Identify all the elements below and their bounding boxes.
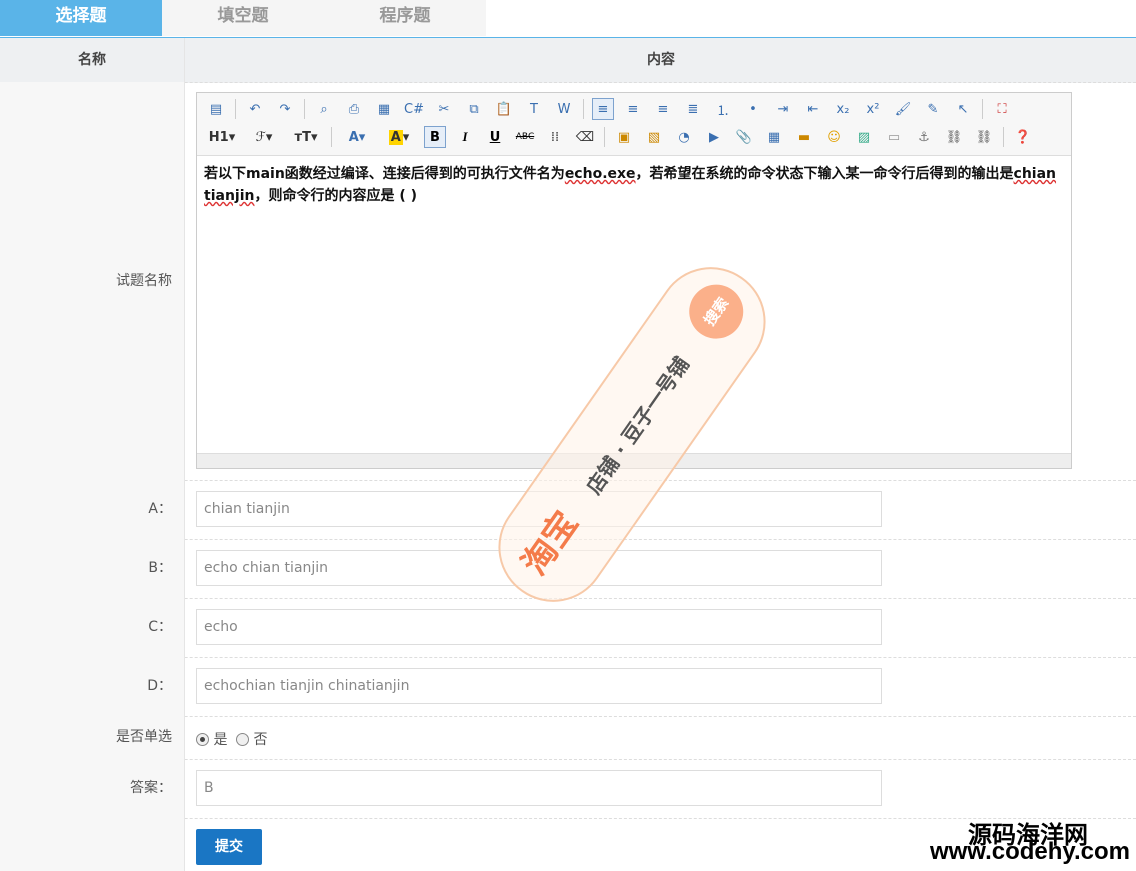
quick-format-icon[interactable]: ✎ <box>922 98 944 120</box>
question-text[interactable]: 若以下main函数经过编译、连接后得到的可执行文件名为echo.exe，若希望在… <box>204 163 1063 207</box>
radio-yes[interactable]: 是 <box>196 729 227 749</box>
subscript-icon[interactable]: x₂ <box>832 98 854 120</box>
emoji-icon[interactable]: ☺ <box>823 126 845 148</box>
font-color-icon[interactable]: A ▾ <box>340 126 374 148</box>
option-c-input[interactable]: echo <box>196 609 882 645</box>
question-row: 试题名称 ▤ ↶ ↷ ⌕ ⎙ ▦ C# ✂ ⧉ 📋 T W ≡ ≡ ≡ ≣ ⒈ … <box>0 82 1136 481</box>
page-break-icon[interactable]: ▭ <box>883 126 905 148</box>
flash-icon[interactable]: ◔ <box>673 126 695 148</box>
cut-icon[interactable]: ✂ <box>433 98 455 120</box>
tab-choice[interactable]: 选择题 <box>0 0 162 36</box>
anchor-icon[interactable]: ⚓ <box>913 126 935 148</box>
option-d-label: D： <box>0 657 185 716</box>
radio-no-label: 否 <box>253 732 268 748</box>
align-right-icon[interactable]: ≡ <box>652 98 674 120</box>
code-icon[interactable]: C# <box>403 98 425 120</box>
align-center-icon[interactable]: ≡ <box>622 98 644 120</box>
paste-text-icon[interactable]: T <box>523 98 545 120</box>
link-icon[interactable]: ⛓ <box>943 126 965 148</box>
font-size-icon[interactable]: тT ▾ <box>289 126 323 148</box>
strikethrough-icon[interactable]: ABC <box>514 126 536 148</box>
option-d-input[interactable]: echochian tianjin chinatianjin <box>196 668 882 704</box>
underline-icon[interactable]: U <box>484 126 506 148</box>
fullscreen-icon[interactable]: ⛶ <box>991 98 1013 120</box>
ordered-list-icon[interactable]: ⒈ <box>712 98 734 120</box>
option-a-label: A： <box>0 480 185 539</box>
insert-image-icon[interactable]: ▣ <box>613 126 635 148</box>
redo-icon[interactable]: ↷ <box>274 98 296 120</box>
undo-icon[interactable]: ↶ <box>244 98 266 120</box>
eraser-icon[interactable]: ⌫ <box>574 126 596 148</box>
highlight-icon[interactable]: A ▾ <box>382 126 416 148</box>
outdent-icon[interactable]: ⇤ <box>802 98 824 120</box>
answer-input[interactable]: B <box>196 770 882 806</box>
paste-icon[interactable]: 📋 <box>493 98 515 120</box>
question-label: 试题名称 <box>0 82 185 480</box>
tab-program[interactable]: 程序题 <box>324 0 486 36</box>
editor-toolbar: ▤ ↶ ↷ ⌕ ⎙ ▦ C# ✂ ⧉ 📋 T W ≡ ≡ ≡ ≣ ⒈ • ⇥ ⇤… <box>197 93 1071 156</box>
stamp-brand: 淘宝 <box>514 504 587 583</box>
italic-icon[interactable]: I <box>454 126 476 148</box>
radio-no[interactable]: 否 <box>236 729 267 749</box>
stamp-search: 搜索 <box>678 273 754 350</box>
copy-icon[interactable]: ⧉ <box>463 98 485 120</box>
media-icon[interactable]: ▶ <box>703 126 725 148</box>
select-all-icon[interactable]: ↖ <box>952 98 974 120</box>
submit-label-cell <box>0 818 185 871</box>
unordered-list-icon[interactable]: • <box>742 98 764 120</box>
submit-button[interactable]: 提交 <box>196 829 262 865</box>
single-choice-label: 是否单选 <box>0 716 185 759</box>
help-icon[interactable]: ❓ <box>1012 126 1034 148</box>
answer-label: 答案： <box>0 759 185 818</box>
watermark-site-url: www.codehy.com <box>929 838 1130 865</box>
option-d-row: D： echochian tianjin chinatianjin <box>0 657 1136 717</box>
heading-icon[interactable]: H1 ▾ <box>205 126 239 148</box>
paste-word-icon[interactable]: W <box>553 98 575 120</box>
insert-row-icon[interactable]: ▬ <box>793 126 815 148</box>
image-icon[interactable]: ▨ <box>853 126 875 148</box>
tab-bar: 选择题 填空题 程序题 <box>0 0 1136 38</box>
radio-no-dot[interactable] <box>236 733 249 746</box>
option-c-row: C： echo <box>0 598 1136 658</box>
option-b-label: B： <box>0 539 185 598</box>
unlink-icon[interactable]: ⛓ <box>973 126 995 148</box>
table-header: 名称 内容 <box>0 38 1136 83</box>
source-icon[interactable]: ▤ <box>205 98 227 120</box>
template-icon[interactable]: ▦ <box>373 98 395 120</box>
radio-yes-dot[interactable] <box>196 733 209 746</box>
superscript-icon[interactable]: x² <box>862 98 884 120</box>
header-content: 内容 <box>647 52 675 68</box>
indent-icon[interactable]: ⇥ <box>772 98 794 120</box>
preview-icon[interactable]: ⌕ <box>313 98 335 120</box>
single-choice-row: 是否单选 是 否 <box>0 716 1136 760</box>
answer-row: 答案： B <box>0 759 1136 819</box>
print-icon[interactable]: ⎙ <box>343 98 365 120</box>
tab-fill-blank[interactable]: 填空题 <box>162 0 324 36</box>
horizontal-line-icon[interactable]: ⁞⁞ <box>544 126 566 148</box>
font-family-icon[interactable]: ℱ ▾ <box>247 126 281 148</box>
attachment-icon[interactable]: 📎 <box>733 126 755 148</box>
multi-image-icon[interactable]: ▧ <box>643 126 665 148</box>
header-name: 名称 <box>0 38 185 82</box>
justify-icon[interactable]: ≣ <box>682 98 704 120</box>
option-c-label: C： <box>0 598 185 657</box>
table-icon[interactable]: ▦ <box>763 126 785 148</box>
clear-format-icon[interactable]: 🖌 <box>892 98 914 120</box>
radio-yes-label: 是 <box>213 732 228 748</box>
align-left-icon[interactable]: ≡ <box>592 98 614 120</box>
bold-icon[interactable]: B <box>424 126 446 148</box>
